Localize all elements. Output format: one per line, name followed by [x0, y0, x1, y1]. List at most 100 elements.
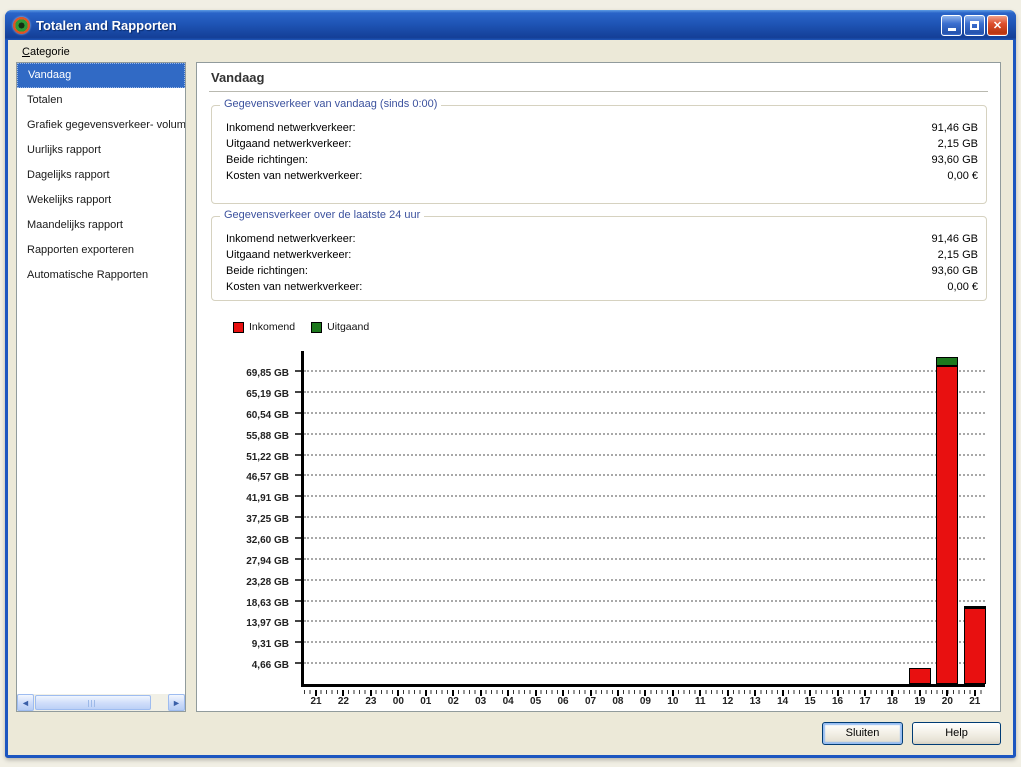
y-axis-tick	[295, 537, 301, 539]
y-axis-tick	[295, 516, 301, 518]
y-axis-label: 27,94 GB	[201, 556, 289, 567]
list-item-8[interactable]: Automatische Rapporten	[17, 263, 185, 288]
stat-row: Uitgaand netwerkverkeer:2,15 GB	[226, 136, 978, 152]
y-axis-tick	[295, 474, 301, 476]
x-axis-label: 15	[797, 696, 823, 707]
gridline	[304, 412, 985, 414]
y-axis-tick	[295, 433, 301, 435]
x-axis-tick	[974, 690, 976, 696]
chart-legend: Inkomend Uitgaand	[233, 321, 369, 333]
y-axis-label: 51,22 GB	[201, 452, 289, 463]
list-item-0[interactable]: Vandaag	[17, 63, 185, 88]
group-title: Gegevensverkeer van vandaag (sinds 0:00)	[220, 98, 441, 110]
list-item-3[interactable]: Uurlijks rapport	[17, 138, 185, 163]
close-button[interactable]: ✕	[987, 15, 1008, 36]
x-axis-tick	[342, 690, 344, 696]
client-area: Categorie VandaagTotalenGrafiek gegevens…	[8, 40, 1013, 755]
x-axis-label: 03	[468, 696, 494, 707]
maximize-button[interactable]	[964, 15, 985, 36]
list-item-2[interactable]: Grafiek gegevensverkeer- volume	[17, 113, 185, 138]
window-title: Totalen and Rapporten	[36, 18, 177, 33]
gridline	[304, 370, 985, 372]
y-axis-tick	[295, 495, 301, 497]
minimize-button[interactable]	[941, 15, 962, 36]
heading-separator	[209, 91, 988, 92]
y-axis-label: 69,85 GB	[201, 368, 289, 379]
y-axis-label: 65,19 GB	[201, 389, 289, 400]
x-axis-tick	[507, 690, 509, 696]
traffic-today-rows: Inkomend netwerkverkeer:91,46 GBUitgaand…	[212, 106, 986, 184]
legend-label-inkomend: Inkomend	[249, 321, 295, 333]
gridline	[304, 391, 985, 393]
category-list[interactable]: VandaagTotalenGrafiek gegevensverkeer- v…	[16, 62, 186, 712]
gridline	[304, 558, 985, 560]
gridline	[304, 620, 985, 622]
hourly-traffic-chart: 4,66 GB9,31 GB13,97 GB18,63 GB23,28 GB27…	[197, 351, 1002, 711]
gridline	[304, 662, 985, 664]
stat-value: 2,15 GB	[938, 136, 978, 152]
stat-value: 0,00 €	[947, 279, 978, 295]
x-axis-label: 17	[852, 696, 878, 707]
list-item-5[interactable]: Wekelijks rapport	[17, 188, 185, 213]
page-title: Vandaag	[211, 70, 264, 85]
stat-label: Beide richtingen:	[226, 152, 308, 168]
stat-row: Kosten van netwerkverkeer: 0,00 €	[226, 168, 978, 184]
legend-swatch-inkomend	[233, 322, 244, 333]
x-axis-tick	[782, 690, 784, 696]
x-axis-tick	[425, 690, 427, 696]
x-axis-tick	[672, 690, 674, 696]
x-axis-label: 05	[523, 696, 549, 707]
x-axis-tick	[452, 690, 454, 696]
x-axis-label: 22	[330, 696, 356, 707]
x-axis-label: 19	[907, 696, 933, 707]
stat-value: 0,00 €	[947, 168, 978, 184]
stat-label: Beide richtingen:	[226, 263, 308, 279]
x-axis-label: 21	[303, 696, 329, 707]
content-panel: Vandaag Gegevensverkeer van vandaag (sin…	[196, 62, 1001, 712]
y-axis-label: 37,25 GB	[201, 514, 289, 525]
y-axis-label: 18,63 GB	[201, 598, 289, 609]
list-item-4[interactable]: Dagelijks rapport	[17, 163, 185, 188]
x-axis-tick	[754, 690, 756, 696]
x-axis-label: 01	[413, 696, 439, 707]
stat-value: 91,46 GB	[932, 231, 978, 247]
x-axis-tick	[590, 690, 592, 696]
x-axis-label: 21	[962, 696, 988, 707]
h-scrollbar[interactable]: ◄ ►	[17, 694, 185, 711]
x-axis-tick	[480, 690, 482, 696]
x-axis-label: 20	[934, 696, 960, 707]
categorie-menu[interactable]: Categorie	[18, 45, 74, 59]
help-button[interactable]: Help	[912, 722, 1001, 745]
list-item-6[interactable]: Maandelijks rapport	[17, 213, 185, 238]
app-icon	[13, 17, 30, 34]
x-axis-label: 11	[687, 696, 713, 707]
x-axis-label: 08	[605, 696, 631, 707]
bar-inkomend-21	[964, 608, 986, 684]
x-axis-tick	[562, 690, 564, 696]
x-axis-label: 12	[715, 696, 741, 707]
x-axis-tick	[535, 690, 537, 696]
x-axis-label: 14	[770, 696, 796, 707]
y-axis-label: 46,57 GB	[201, 472, 289, 483]
stat-label: Kosten van netwerkverkeer:	[226, 168, 362, 184]
y-axis-tick	[295, 600, 301, 602]
stat-label: Inkomend netwerkverkeer:	[226, 231, 356, 247]
traffic-today-group: Gegevensverkeer van vandaag (sinds 0:00)…	[211, 105, 987, 204]
sluiten-button[interactable]: Sluiten	[822, 722, 903, 745]
title-bar[interactable]: Totalen and Rapporten ✕	[5, 10, 1016, 40]
stat-value: 93,60 GB	[932, 263, 978, 279]
x-axis-label: 07	[578, 696, 604, 707]
x-axis-label: 16	[825, 696, 851, 707]
list-item-7[interactable]: Rapporten exporteren	[17, 238, 185, 263]
legend-label-uitgaand: Uitgaand	[327, 321, 369, 333]
gridline	[304, 537, 985, 539]
bar-inkomend-19	[909, 668, 931, 684]
gridline	[304, 474, 985, 476]
stat-row: Beide richtingen:93,60 GB	[226, 152, 978, 168]
x-axis-tick	[837, 690, 839, 696]
scroll-thumb[interactable]	[35, 695, 151, 710]
list-item-1[interactable]: Totalen	[17, 88, 185, 113]
gridline	[304, 579, 985, 581]
scroll-left-button[interactable]: ◄	[17, 694, 34, 711]
scroll-right-button[interactable]: ►	[168, 694, 185, 711]
